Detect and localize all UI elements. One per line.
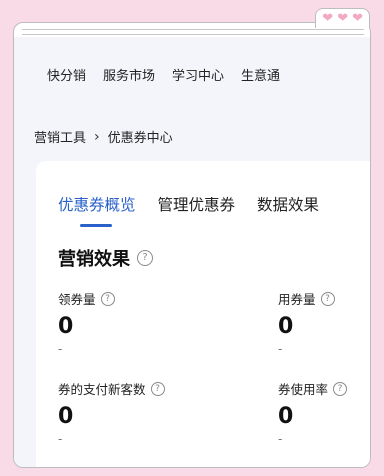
- question-circle-icon[interactable]: ?: [100, 291, 115, 306]
- metric-value: 0: [278, 314, 294, 339]
- breadcrumb-parent[interactable]: 营销工具: [34, 127, 86, 146]
- page-content: 快分销 服务市场 学习中心 生意通 营销工具 › 优惠券中心 优惠券概览 管理优…: [14, 37, 370, 467]
- window-titlebar: [22, 29, 364, 35]
- metric-change: -: [58, 342, 63, 356]
- metric-label: 券的支付新客数: [58, 382, 146, 397]
- breadcrumb: 营销工具 › 优惠券中心: [34, 127, 173, 147]
- chevron-right-icon: ›: [94, 128, 100, 145]
- metric-label: 券使用率: [278, 382, 329, 397]
- nav-item-shengyitong[interactable]: 生意通: [241, 65, 280, 84]
- section-title: 营销效果 ?: [58, 245, 153, 271]
- top-nav: 快分销 服务市场 学习中心 生意通: [47, 65, 280, 84]
- metric-change: -: [58, 432, 63, 446]
- app-window: 快分销 服务市场 学习中心 生意通 营销工具 › 优惠券中心 优惠券概览 管理优…: [13, 22, 371, 468]
- question-circle-icon[interactable]: ?: [320, 291, 335, 306]
- tab-coupon-overview[interactable]: 优惠券概览: [58, 193, 136, 227]
- question-circle-icon[interactable]: ?: [137, 250, 153, 266]
- metric-new-paying-customers: 券的支付新客数 ? 0 -: [58, 379, 165, 446]
- nav-item-service-market[interactable]: 服务市场: [103, 65, 155, 84]
- tab-data-effect[interactable]: 数据效果: [257, 193, 319, 227]
- metric-coupons-claimed: 领券量 ? 0 -: [58, 289, 115, 356]
- heart-icon: ❤: [322, 11, 334, 26]
- heart-icon: ❤: [337, 11, 349, 26]
- section-title-text: 营销效果: [58, 249, 130, 270]
- breadcrumb-current: 优惠券中心: [107, 131, 173, 146]
- metric-label: 用券量: [278, 292, 316, 307]
- metric-value: 0: [278, 404, 294, 429]
- question-circle-icon[interactable]: ?: [150, 381, 165, 396]
- question-circle-icon[interactable]: ?: [333, 381, 348, 396]
- metric-value: 0: [58, 404, 74, 429]
- metric-value: 0: [58, 314, 74, 339]
- window-decor-hearts: ❤ ❤ ❤: [315, 8, 370, 28]
- metric-coupon-usage-rate: 券使用率 ? 0 -: [278, 379, 348, 446]
- nav-item-kuaifenxiao[interactable]: 快分销: [47, 65, 86, 84]
- heart-icon: ❤: [352, 11, 363, 26]
- metric-label: 领券量: [58, 292, 96, 307]
- coupon-card: 优惠券概览 管理优惠券 数据效果 营销效果 ? 领券量 ? 0 - 用券量 ?: [36, 161, 370, 467]
- metric-change: -: [278, 342, 283, 356]
- metric-change: -: [278, 432, 283, 446]
- tab-bar: 优惠券概览 管理优惠券 数据效果: [58, 193, 319, 227]
- nav-item-learning-center[interactable]: 学习中心: [172, 65, 224, 84]
- tab-manage-coupons[interactable]: 管理优惠券: [158, 193, 236, 227]
- metric-coupons-used: 用券量 ? 0 -: [278, 289, 335, 356]
